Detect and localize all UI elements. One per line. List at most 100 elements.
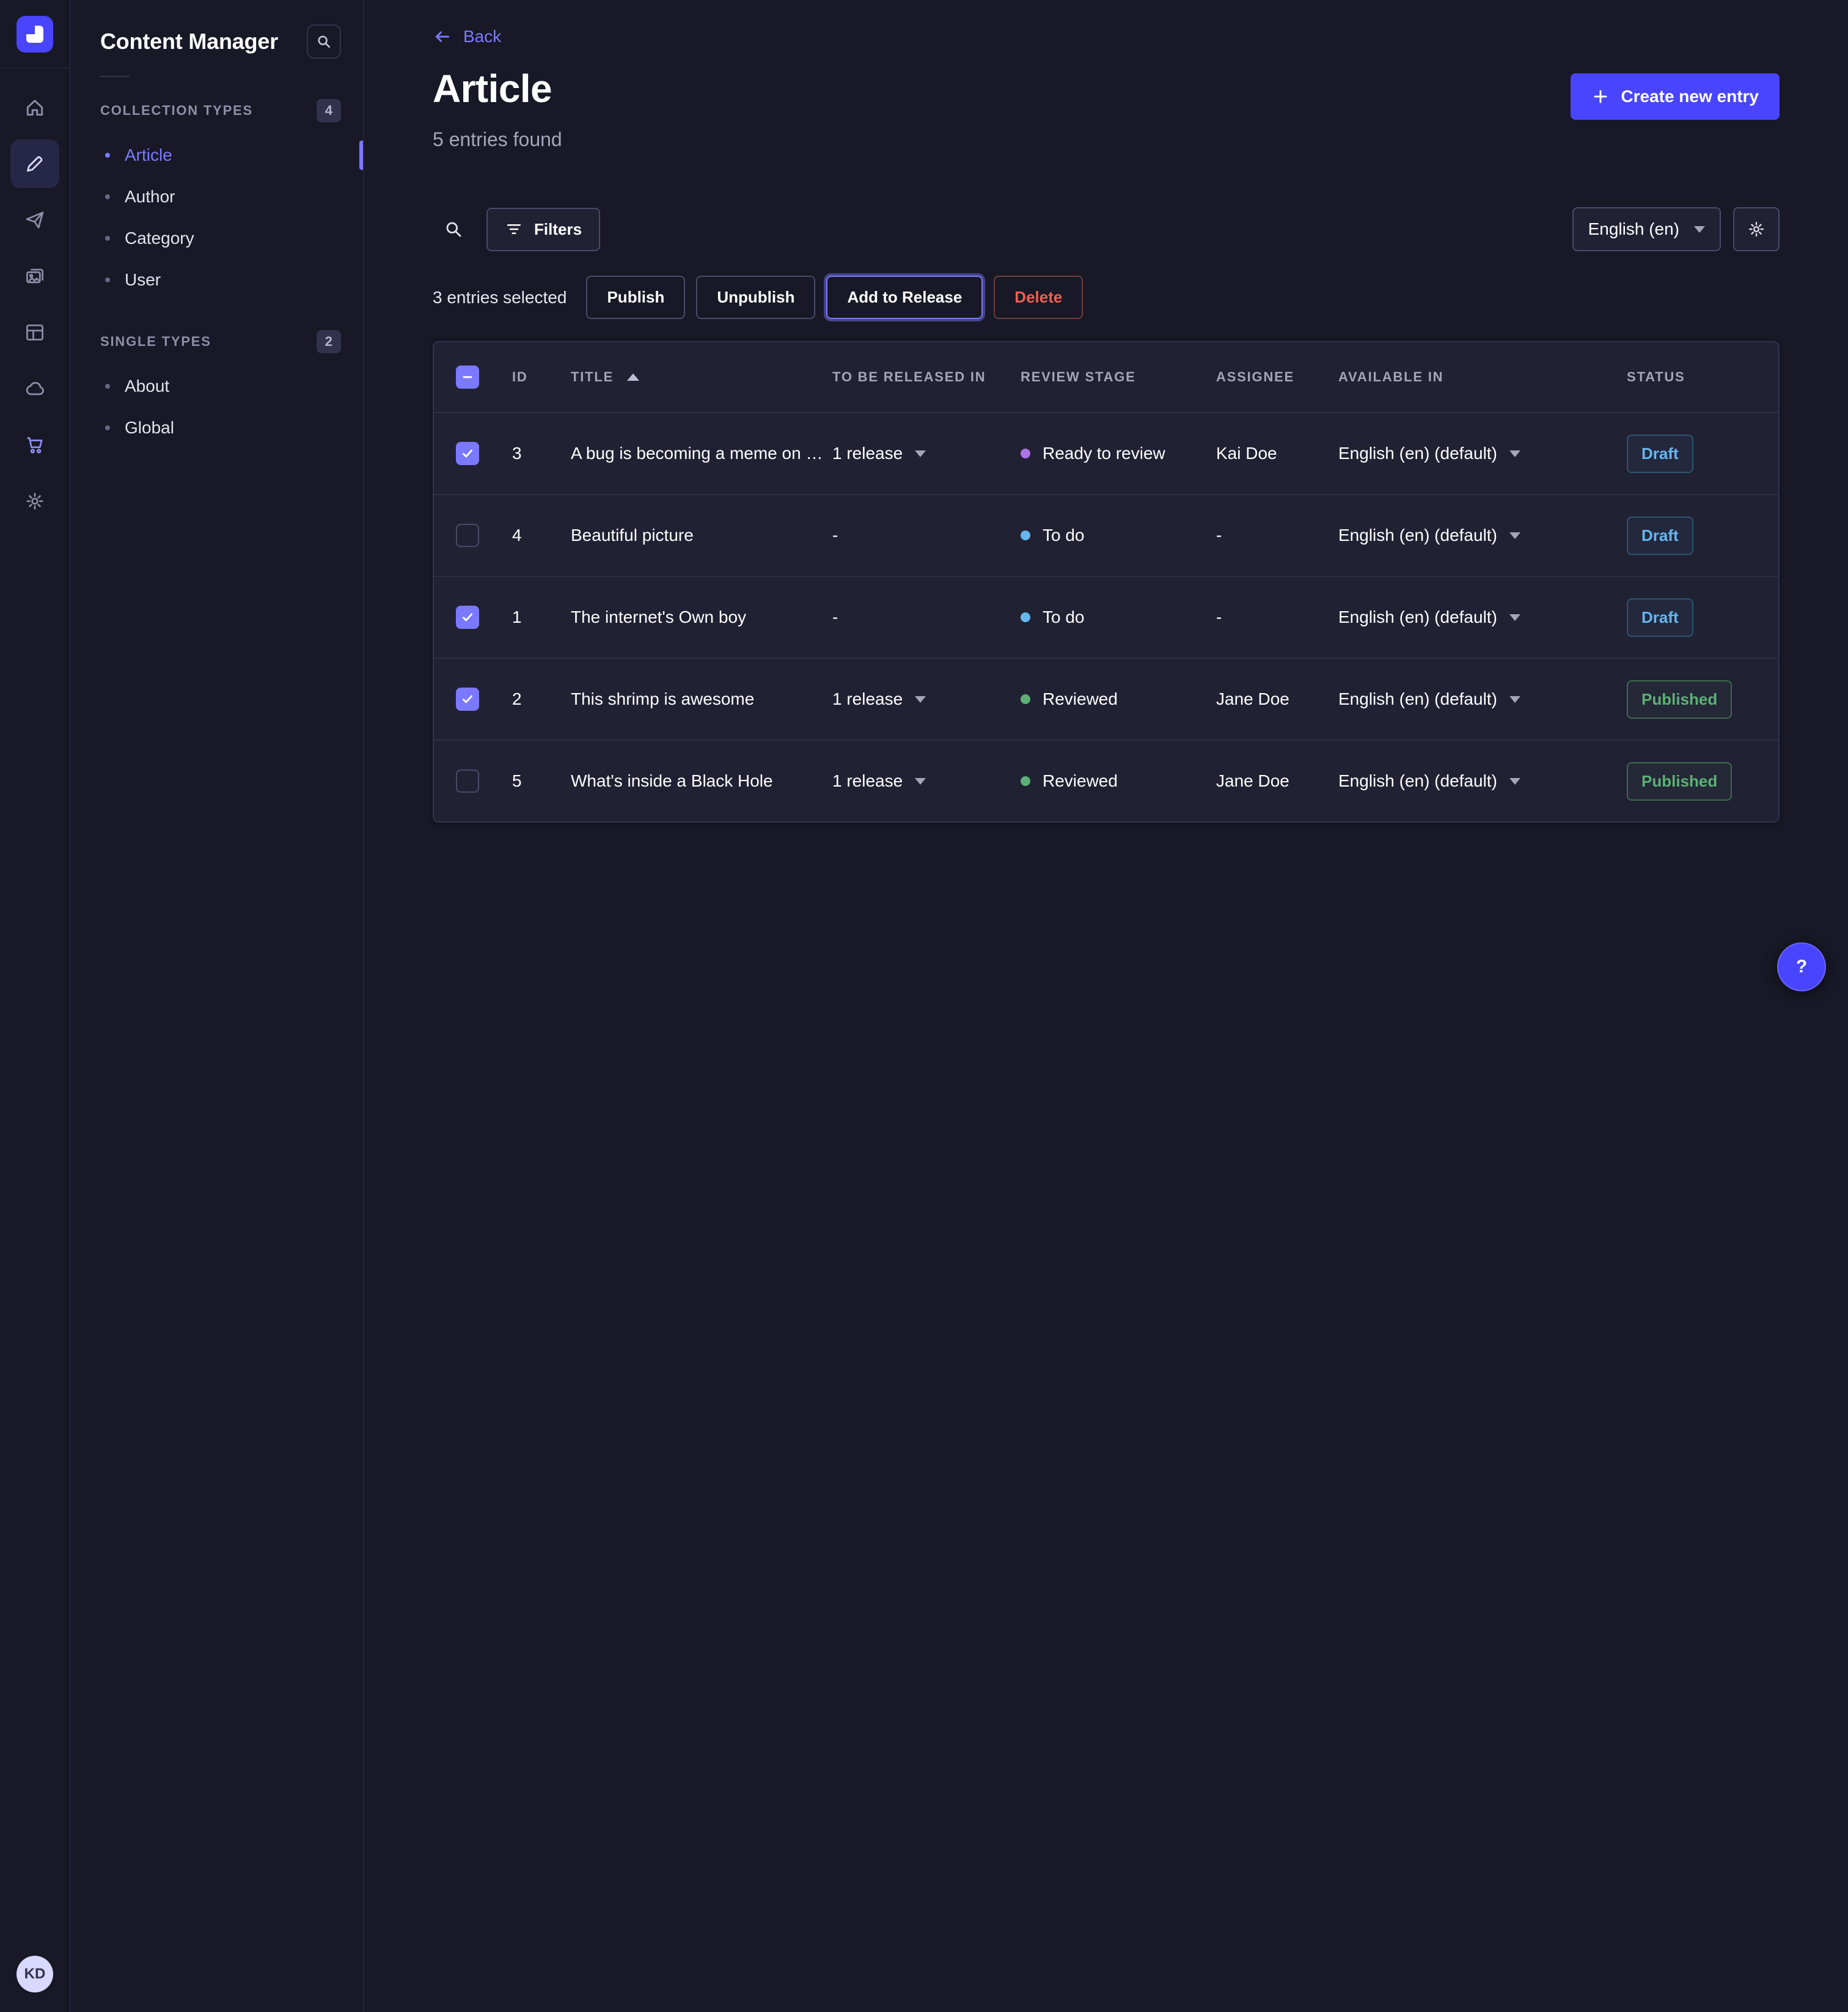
row-stage-label: To do (1043, 608, 1085, 627)
selection-count-text: 3 entries selected (433, 288, 566, 307)
back-link[interactable]: Back (433, 27, 501, 46)
content-manager-icon[interactable] (10, 139, 59, 188)
strapi-logo[interactable] (16, 16, 53, 53)
row-stage-label: Reviewed (1043, 689, 1118, 709)
row-checkbox[interactable] (456, 524, 479, 547)
row-checkbox[interactable] (456, 688, 479, 711)
filters-button[interactable]: Filters (486, 208, 600, 251)
section-label: COLLECTION TYPES (100, 103, 253, 119)
unpublish-button[interactable]: Unpublish (696, 276, 815, 319)
row-checkbox[interactable] (456, 442, 479, 465)
table-row[interactable]: 2 This shrimp is awesome 1 release Revie… (434, 658, 1778, 740)
sidebar-item-label: About (125, 376, 169, 396)
select-all-checkbox[interactable] (456, 365, 479, 389)
sidebar-divider (100, 76, 130, 77)
row-locale-dropdown[interactable]: English (en) (default) (1338, 608, 1622, 627)
create-new-entry-button[interactable]: Create new entry (1571, 73, 1780, 120)
user-avatar[interactable]: KD (16, 1956, 53, 1992)
sidebar-item-user[interactable]: User (71, 259, 363, 301)
row-release-dropdown[interactable]: 1 release (832, 689, 1016, 709)
row-locale-label: English (en) (default) (1338, 444, 1497, 463)
help-button[interactable]: ? (1777, 942, 1826, 991)
row-release-label: - (832, 526, 838, 545)
row-title: Beautiful picture (571, 526, 827, 545)
row-locale-dropdown[interactable]: English (en) (default) (1338, 444, 1622, 463)
row-review-stage: Reviewed (1021, 771, 1211, 791)
marketplace-icon[interactable] (10, 420, 59, 469)
app-root: KD Content Manager COLLECTION TYPES 4 Ar… (0, 0, 1848, 2012)
sort-ascending-icon (627, 373, 639, 381)
row-release-label: 1 release (832, 444, 903, 463)
sidebar-item-global[interactable]: Global (71, 407, 363, 449)
home-icon[interactable] (10, 83, 59, 132)
add-to-release-button[interactable]: Add to Release (826, 276, 983, 319)
column-header-title[interactable]: TITLE (571, 369, 827, 385)
row-title: What's inside a Black Hole (571, 771, 827, 791)
single-types-section: SINGLE TYPES 2 About Global (71, 330, 363, 449)
status-badge: Draft (1627, 435, 1693, 473)
bullet-icon (105, 153, 110, 158)
sidebar-item-label: Article (125, 145, 172, 165)
row-locale-dropdown[interactable]: English (en) (default) (1338, 526, 1622, 545)
search-button[interactable] (433, 208, 474, 250)
gear-icon (1747, 219, 1766, 239)
delete-button[interactable]: Delete (994, 276, 1083, 319)
row-id: 4 (512, 526, 566, 545)
settings-icon[interactable] (10, 477, 59, 526)
table-row[interactable]: 3 A bug is becoming a meme on the intern… (434, 412, 1778, 494)
locale-select[interactable]: English (en) (1572, 207, 1721, 251)
release-caret-icon (915, 696, 926, 703)
column-header-status: STATUS (1627, 369, 1756, 385)
sidebar-item-label: Author (125, 187, 175, 207)
review-stage-dot (1021, 531, 1030, 540)
row-release-dropdown[interactable]: 1 release (832, 444, 1016, 463)
selection-bar: 3 entries selected Publish Unpublish Add… (433, 276, 1780, 319)
row-assignee: - (1216, 526, 1333, 545)
media-library-icon[interactable] (10, 252, 59, 301)
sidebar-item-author[interactable]: Author (71, 176, 363, 218)
table-row[interactable]: 1 The internet's Own boy - To do - Engli… (434, 576, 1778, 658)
filter-icon (505, 220, 523, 238)
row-release-dropdown[interactable]: 1 release (832, 771, 1016, 791)
column-header-review-stage: REVIEW STAGE (1021, 369, 1211, 385)
sidebar-item-category[interactable]: Category (71, 218, 363, 259)
row-checkbox[interactable] (456, 606, 479, 629)
publish-button[interactable]: Publish (586, 276, 685, 319)
table-row[interactable]: 4 Beautiful picture - To do - English (e… (434, 494, 1778, 576)
section-count-badge: 2 (317, 330, 341, 353)
chevron-down-icon (1694, 226, 1705, 233)
sidebar-search-button[interactable] (307, 24, 341, 59)
releases-icon[interactable] (10, 196, 59, 244)
review-stage-dot (1021, 694, 1030, 704)
check-icon (460, 692, 475, 707)
bullet-icon (105, 384, 110, 389)
sidebar-item-about[interactable]: About (71, 365, 363, 407)
cloud-icon[interactable] (10, 364, 59, 413)
section-count-badge: 4 (317, 99, 341, 122)
section-label: SINGLE TYPES (100, 334, 211, 350)
arrow-left-icon (433, 27, 452, 46)
locale-caret-icon (1509, 532, 1520, 539)
row-locale-label: English (en) (default) (1338, 689, 1497, 709)
bullet-icon (105, 194, 110, 199)
row-locale-dropdown[interactable]: English (en) (default) (1338, 771, 1622, 791)
table-row[interactable]: 5 What's inside a Black Hole 1 release R… (434, 740, 1778, 821)
row-locale-label: English (en) (default) (1338, 771, 1497, 791)
bullet-icon (105, 277, 110, 282)
entries-count-subtitle: 5 entries found (433, 128, 1780, 151)
release-caret-icon (915, 778, 926, 785)
row-locale-label: English (en) (default) (1338, 608, 1497, 627)
row-release-dropdown: - (832, 608, 1016, 627)
status-badge: Published (1627, 762, 1732, 801)
content-type-builder-icon[interactable] (10, 308, 59, 357)
sidebar-title: Content Manager (100, 29, 278, 54)
status-badge: Draft (1627, 598, 1693, 637)
sidebar-item-article[interactable]: Article (71, 134, 363, 176)
table-header-row: ID TITLE TO BE RELEASED IN REVIEW STAGE … (434, 342, 1778, 412)
rail-nav (10, 83, 59, 526)
row-locale-dropdown[interactable]: English (en) (default) (1338, 689, 1622, 709)
content-manager-sidebar: Content Manager COLLECTION TYPES 4 Artic… (71, 0, 364, 2012)
row-stage-label: Reviewed (1043, 771, 1118, 791)
row-checkbox[interactable] (456, 769, 479, 793)
view-settings-button[interactable] (1733, 207, 1780, 251)
